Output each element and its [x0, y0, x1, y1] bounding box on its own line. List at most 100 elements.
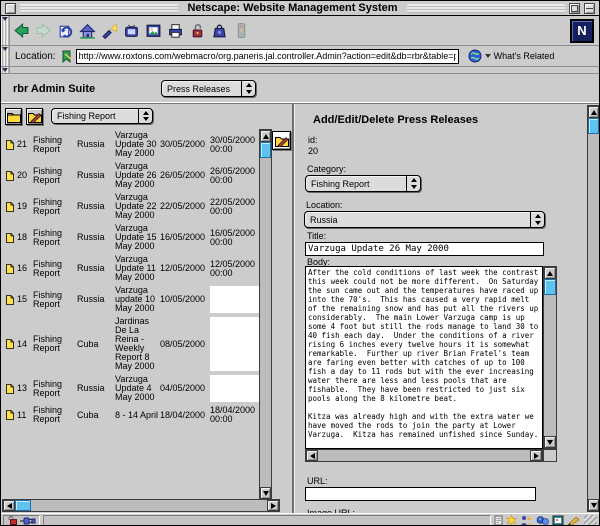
forward-button[interactable] — [32, 18, 54, 44]
item-published — [210, 375, 259, 402]
title-bar[interactable]: Netscape: Website Management System — [1, 1, 599, 16]
scroll-up-button[interactable] — [588, 106, 599, 118]
press-list: 21Fishing ReportRussiaVarzuga Update 30 … — [3, 129, 259, 500]
scrollbar-thumb[interactable] — [588, 118, 599, 134]
item-location: Russia — [77, 140, 115, 149]
location-input[interactable] — [76, 49, 459, 64]
item-title: Varzuga Update 30 May 2000 — [115, 131, 160, 158]
list-item[interactable]: 15Fishing ReportRussiaVarzuga update 10 … — [3, 284, 259, 315]
scroll-left-button[interactable] — [3, 500, 15, 511]
back-button[interactable] — [10, 18, 32, 44]
body-input[interactable]: After the cold conditions of last week t… — [305, 266, 543, 449]
doc-icon — [3, 140, 17, 150]
scrollbar-thumb[interactable] — [544, 279, 556, 295]
list-vertical-scrollbar[interactable] — [259, 129, 272, 500]
body-vertical-scrollbar[interactable] — [543, 266, 557, 449]
id-value: 20 — [308, 146, 318, 156]
stop-button[interactable] — [230, 18, 252, 44]
security-lock-icon[interactable] — [7, 516, 17, 525]
list-item[interactable]: 14Fishing ReportCubaJardinas De La Reina… — [3, 315, 259, 373]
list-horizontal-scrollbar[interactable] — [2, 499, 280, 512]
print-button[interactable] — [164, 18, 186, 44]
scroll-up-button[interactable] — [544, 267, 556, 279]
scrollbar-track[interactable] — [31, 500, 267, 511]
scrollbar-thumb[interactable] — [15, 500, 31, 511]
scroll-down-button[interactable] — [544, 436, 556, 448]
personal-collapse-tab[interactable] — [1, 67, 10, 73]
scroll-left-button[interactable] — [306, 450, 318, 461]
scroll-up-button[interactable] — [260, 130, 271, 142]
composer-pencil-icon[interactable] — [567, 515, 581, 526]
edit-record-button[interactable] — [272, 131, 291, 150]
connection-plug-icon[interactable] — [20, 517, 36, 525]
item-location: Russia — [77, 202, 115, 211]
scrollbar-track[interactable] — [318, 450, 530, 461]
item-date: 26/05/2000 — [160, 171, 210, 180]
item-category: Fishing Report — [33, 167, 77, 185]
item-location: Russia — [77, 171, 115, 180]
scrollbar-track[interactable] — [544, 295, 556, 436]
scrollbar-track[interactable] — [260, 158, 271, 487]
form-vertical-scrollbar[interactable] — [587, 105, 600, 512]
scroll-right-button[interactable] — [267, 500, 279, 511]
globes-icon[interactable] — [536, 515, 549, 526]
table-select[interactable]: Press Releases — [161, 80, 256, 97]
item-id: 15 — [17, 295, 33, 304]
list-item[interactable]: 11Fishing ReportCuba8 - 14 April18/04/20… — [3, 404, 259, 426]
scrollbar-thumb[interactable] — [260, 142, 271, 158]
list-item[interactable]: 21Fishing ReportRussiaVarzuga Update 30 … — [3, 129, 259, 160]
navigation-toolbar: N — [1, 16, 599, 46]
whats-related[interactable]: What's Related — [468, 49, 555, 63]
collapse-button[interactable] — [584, 3, 595, 14]
whats-related-label: What's Related — [494, 51, 555, 61]
picture-frame-icon[interactable] — [552, 515, 564, 526]
home-button[interactable] — [76, 18, 98, 44]
images-button[interactable] — [142, 18, 164, 44]
list-item[interactable]: 19Fishing ReportRussiaVarzuga Update 22 … — [3, 191, 259, 222]
list-item[interactable]: 16Fishing ReportRussiaVarzuga Update 11 … — [3, 253, 259, 284]
item-title: Varzuga Update 22 May 2000 — [115, 193, 160, 220]
close-button[interactable] — [5, 3, 16, 14]
list-item[interactable]: 18Fishing ReportRussiaVarzuga Update 15 … — [3, 222, 259, 253]
my-netscape-button[interactable] — [120, 18, 142, 44]
url-input[interactable] — [305, 487, 536, 501]
shop-button[interactable] — [208, 18, 230, 44]
form-heading: Add/Edit/Delete Press Releases — [313, 114, 478, 126]
title-input[interactable] — [305, 242, 544, 256]
netscape-logo[interactable]: N — [570, 19, 594, 43]
location-collapse-tab[interactable] — [1, 46, 10, 66]
titlebar-stripes — [20, 4, 178, 13]
list-item[interactable]: 13Fishing ReportRussiaVarzuga Update 4 M… — [3, 373, 259, 404]
folder-button[interactable] — [5, 108, 22, 125]
people-icon[interactable] — [520, 515, 533, 526]
category-select[interactable]: Fishing Report — [305, 175, 421, 192]
reload-button[interactable] — [54, 18, 76, 44]
scroll-right-button[interactable] — [530, 450, 542, 461]
item-category: Fishing Report — [33, 406, 77, 424]
folder-edit-button[interactable] — [26, 108, 43, 125]
scroll-down-button[interactable] — [588, 499, 599, 511]
item-id: 18 — [17, 233, 33, 242]
location-label: Location: — [15, 51, 56, 62]
list-item[interactable]: 20Fishing ReportRussiaVarzuga Update 26 … — [3, 160, 259, 191]
security-button[interactable] — [186, 18, 208, 44]
bookmark-icon[interactable] — [60, 50, 73, 63]
toolbar-collapse-tab[interactable] — [1, 16, 10, 45]
item-category: Fishing Report — [33, 335, 77, 353]
burst-icon[interactable] — [506, 515, 517, 526]
resize-grip[interactable] — [584, 515, 597, 526]
body-horizontal-scrollbar[interactable] — [305, 449, 543, 462]
scrollbar-track[interactable] — [588, 134, 599, 499]
admin-header-frame: rbr Admin Suite Press Releases — [1, 74, 599, 104]
category-filter-select[interactable]: Fishing Report — [51, 108, 153, 124]
zoom-button[interactable] — [569, 3, 580, 14]
search-button[interactable] — [98, 18, 120, 44]
item-title: Varzuga Update 26 May 2000 — [115, 162, 160, 189]
location-select[interactable]: Russia — [304, 211, 545, 228]
item-location: Russia — [77, 384, 115, 393]
task-doc-icon[interactable] — [494, 515, 503, 526]
item-location: Cuba — [77, 411, 115, 420]
scroll-down-button[interactable] — [260, 487, 271, 499]
item-id: 13 — [17, 384, 33, 393]
item-date: 22/05/2000 — [160, 202, 210, 211]
